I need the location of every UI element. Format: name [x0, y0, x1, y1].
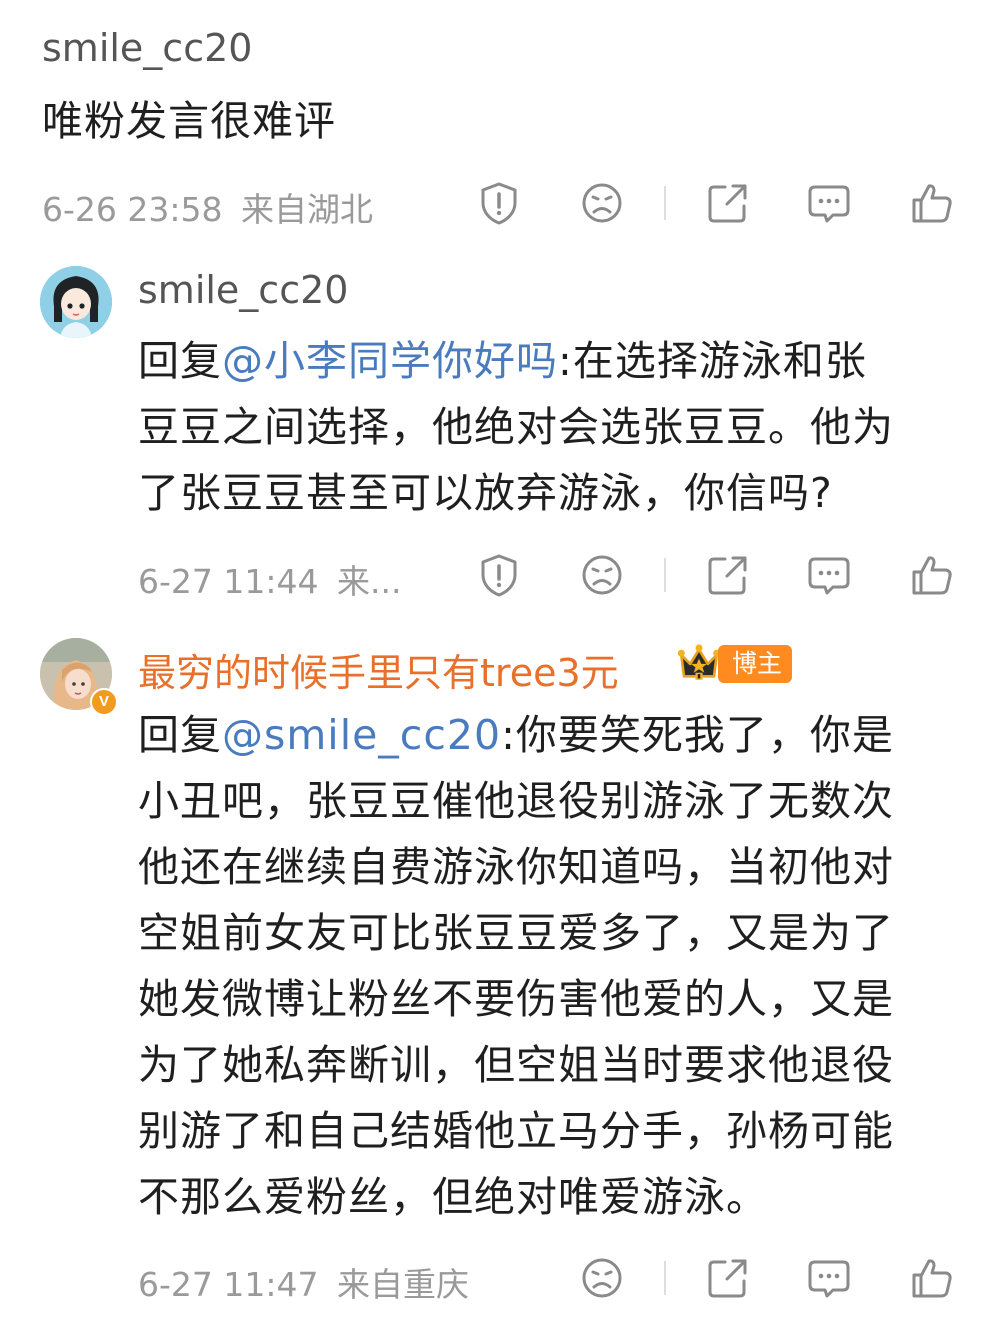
sad-face-icon[interactable] [579, 552, 625, 598]
action-divider [664, 186, 666, 220]
comment-2-location: 来... [337, 562, 402, 601]
action-divider [664, 1261, 666, 1295]
thumbs-up-icon[interactable] [909, 180, 955, 226]
comment-icon[interactable] [806, 1255, 852, 1301]
blogger-tag: 博主 [718, 645, 793, 683]
mention-link[interactable]: @小李同学你好吗 [222, 337, 558, 385]
comment-1-timestamp: 6-26 23:58 [42, 190, 223, 229]
comment-3-location: 来自重庆 [337, 1265, 469, 1304]
text-line: 了张豆豆甚至可以放弃游泳，你信吗? [138, 469, 833, 517]
text-line: 不那么爱粉丝，但绝对唯爱游泳。 [138, 1173, 768, 1221]
report-icon[interactable] [476, 180, 522, 226]
text-line: :你要笑死我了，你是 [501, 711, 894, 759]
comment-1-username[interactable]: smile_cc20 [42, 26, 252, 70]
text-line: 豆豆之间选择，他绝对会选张豆豆。他为 [138, 403, 894, 451]
share-icon[interactable] [705, 1255, 751, 1301]
sad-face-icon[interactable] [579, 1255, 625, 1301]
reply-prefix: 回复 [138, 337, 222, 385]
comment-3-meta: 6-27 11:47 来自重庆 [138, 1258, 469, 1306]
comment-2-meta: 6-27 11:44 来... [138, 555, 401, 603]
comment-1-text: 唯粉发言很难评 [42, 97, 336, 145]
report-icon[interactable] [476, 552, 522, 598]
text-line: 为了她私奔断训，但空姐当时要求他退役 [138, 1041, 894, 1089]
comment-2-username[interactable]: smile_cc20 [138, 268, 348, 312]
text-line: 他还在继续自费游泳你知道吗，当初他对 [138, 843, 894, 891]
comment-1-location: 来自湖北 [241, 190, 373, 229]
mention-link[interactable]: @smile_cc20 [222, 711, 501, 759]
thumbs-up-icon[interactable] [909, 552, 955, 598]
comment-1-meta: 6-26 23:58 来自湖北 [42, 183, 373, 231]
comment-3-text: 回复@smile_cc20:你要笑死我了，你是 小丑吧，张豆豆催他退役别游泳了无… [138, 702, 968, 1230]
comment-icon[interactable] [806, 180, 852, 226]
thumbs-up-icon[interactable] [909, 1255, 955, 1301]
text-line: 她发微博让粉丝不要伤害他爱的人，又是 [138, 975, 894, 1023]
comment-3-timestamp: 6-27 11:47 [138, 1265, 319, 1304]
text-line: 空姐前女友可比张豆豆爱多了，又是为了 [138, 909, 894, 957]
text-line: 别游了和自己结婚他立马分手，孙杨可能 [138, 1107, 894, 1155]
text-line: 小丑吧，张豆豆催他退役别游泳了无数次 [138, 777, 894, 825]
text-line: :在选择游泳和张 [558, 337, 867, 385]
share-icon[interactable] [705, 180, 751, 226]
share-icon[interactable] [705, 552, 751, 598]
reply-prefix: 回复 [138, 711, 222, 759]
comment-icon[interactable] [806, 552, 852, 598]
avatar[interactable] [40, 266, 112, 338]
sad-face-icon[interactable] [579, 180, 625, 226]
verified-badge: V [90, 688, 118, 716]
comment-2-timestamp: 6-27 11:44 [138, 562, 319, 601]
comment-3-username[interactable]: 最穷的时候手里只有tree3元 [138, 642, 619, 697]
action-divider [664, 558, 666, 592]
comment-2-text: 回复@小李同学你好吗:在选择游泳和张 豆豆之间选择，他绝对会选张豆豆。他为 了张… [138, 328, 958, 526]
